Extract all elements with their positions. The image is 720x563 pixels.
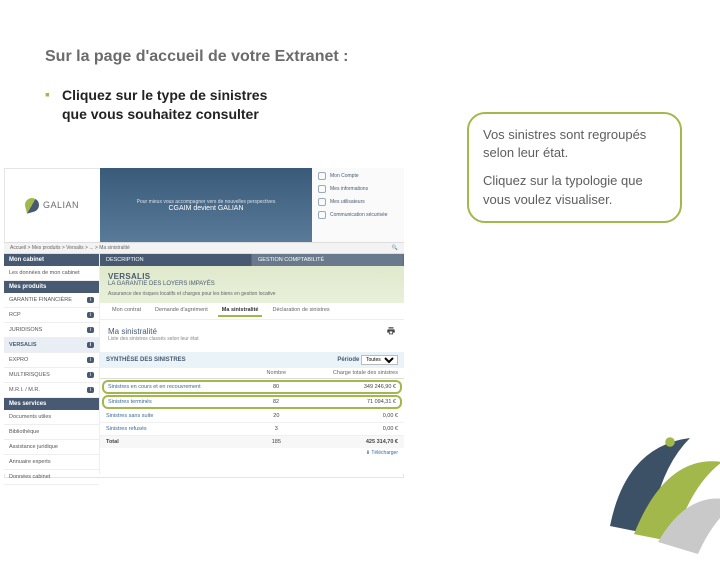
hero-banner: Pour mieux vous accompagner vers de nouv… [100, 168, 312, 242]
product-name: VERSALIS [108, 272, 396, 281]
callout-p1: Vos sinistres sont regroupés selon leur … [483, 126, 666, 162]
bullet-line2: que vous souhaitez consulter [62, 106, 259, 122]
subtab-declaration[interactable]: Déclaration de sinistres [268, 305, 333, 317]
th-count: Nombre [252, 370, 301, 376]
brand-name: GALIAN [43, 200, 79, 210]
user-icon [318, 172, 326, 180]
page-title: Sur la page d'accueil de votre Extranet … [0, 0, 720, 78]
brand-logo: GALIAN [4, 168, 100, 242]
sidebar-item-juridisons[interactable]: JURIDISONSi [4, 323, 99, 338]
profile-panel: Mon Compte Mes informations Mes utilisat… [312, 168, 404, 242]
period-label: Période [337, 357, 359, 363]
subtab-agrement[interactable]: Demande d'agrément [151, 305, 212, 317]
sidebar-item-versalis[interactable]: VERSALISi [4, 338, 99, 353]
table-row-sanssuite[interactable]: Sinistres sans suite200,00 € [100, 410, 404, 423]
section-title: Ma sinistralité [108, 327, 157, 336]
search-icon[interactable]: 🔍 [392, 245, 398, 251]
product-banner: VERSALIS LA GARANTIE DES LOYERS IMPAYÉS … [100, 266, 404, 303]
sidebar-item-cabinet-data[interactable]: Les données de mon cabinet [4, 266, 99, 281]
profile-name: Mon Compte [330, 173, 359, 179]
sidebar-item-mri[interactable]: M.R.I. / M.R.i [4, 383, 99, 398]
period-select[interactable]: Toutes [361, 355, 398, 365]
profile-item[interactable]: Mes utilisateurs [330, 199, 365, 205]
table-row-total: Total185425 314,70 € [100, 436, 404, 448]
table-row-encours[interactable]: Sinistres en cours et en recouvrement803… [102, 380, 402, 394]
hero-subtitle: Pour mieux vous accompagner vers de nouv… [137, 199, 276, 205]
product-tagline: LA GARANTIE DES LOYERS IMPAYÉS [108, 281, 396, 287]
sidebar-item-rcp[interactable]: RCPi [4, 308, 99, 323]
sidebar-header-products: Mes produits [4, 281, 99, 293]
sidebar-item-assistance[interactable]: Assistance juridique [4, 440, 99, 455]
sidebar: Mon cabinet Les données de mon cabinet M… [4, 254, 100, 474]
table-row-refuses[interactable]: Sinistres refusés30,00 € [100, 423, 404, 436]
sidebar-item-garantie[interactable]: GARANTIE FINANCIÈREi [4, 293, 99, 308]
section-subtitle: Liste des sinistres classés selon leur é… [108, 336, 396, 342]
extranet-screenshot: GALIAN Pour mieux vous accompagner vers … [4, 168, 404, 478]
hero-title: CGAIM devient GALIAN [168, 205, 243, 212]
subtab-contrat[interactable]: Mon contrat [108, 305, 145, 317]
table-row-termines[interactable]: Sinistres terminés8271 094,31 € [102, 395, 402, 409]
tab-gestion[interactable]: GESTION COMPTABILITÉ [252, 254, 404, 266]
sidebar-item-documents[interactable]: Documents utiles [4, 410, 99, 425]
profile-item[interactable]: Communication sécurisée [330, 212, 388, 218]
download-link[interactable]: ⬇ Télécharger [100, 448, 404, 458]
sidebar-header-cabinet: Mon cabinet [4, 254, 99, 266]
sidebar-header-services: Mes services [4, 398, 99, 410]
table-header: Nombre Charge totale des sinistres [100, 368, 404, 379]
mail-icon [318, 211, 326, 219]
synthesis-label: SYNTHÈSE DES SINISTRES [106, 357, 186, 363]
profile-item[interactable]: Mes informations [330, 186, 368, 192]
th-label [106, 370, 252, 376]
breadcrumb: Accueil > Mes produits > Versalis > ... … [4, 242, 404, 254]
callout-p2: Cliquez sur la typologie que vous voulez… [483, 172, 666, 208]
sidebar-item-annuaire[interactable]: Annuaire experts [4, 455, 99, 470]
tab-description[interactable]: DESCRIPTION [100, 254, 252, 266]
main-panel: DESCRIPTION GESTION COMPTABILITÉ VERSALI… [100, 254, 404, 474]
subtab-sinistralite[interactable]: Ma sinistralité [218, 305, 263, 317]
synthesis-bar: SYNTHÈSE DES SINISTRES Période Toutes [100, 352, 404, 368]
bullet-marker: ▪ [45, 86, 50, 103]
sidebar-item-expro[interactable]: EXPROi [4, 353, 99, 368]
th-charge: Charge totale des sinistres [301, 370, 398, 376]
info-icon [318, 185, 326, 193]
breadcrumb-path: Accueil > Mes produits > Versalis > ... … [10, 245, 130, 251]
product-desc: Assurance des risques locatifs et charge… [108, 291, 396, 297]
brand-logo-large [578, 398, 720, 558]
sidebar-item-multirisques[interactable]: MULTIRISQUESi [4, 368, 99, 383]
sidebar-item-bibliotheque[interactable]: Bibliothèque [4, 425, 99, 440]
callout-box: Vos sinistres sont regroupés selon leur … [467, 112, 682, 223]
logo-icon [23, 196, 40, 213]
users-icon [318, 198, 326, 206]
sidebar-item-donnees[interactable]: Données cabinet [4, 470, 99, 485]
bullet-line1: Cliquez sur le type de sinistres [62, 87, 267, 103]
print-icon[interactable] [386, 326, 396, 336]
bullet-text: Cliquez sur le type de sinistres que vou… [62, 86, 267, 124]
